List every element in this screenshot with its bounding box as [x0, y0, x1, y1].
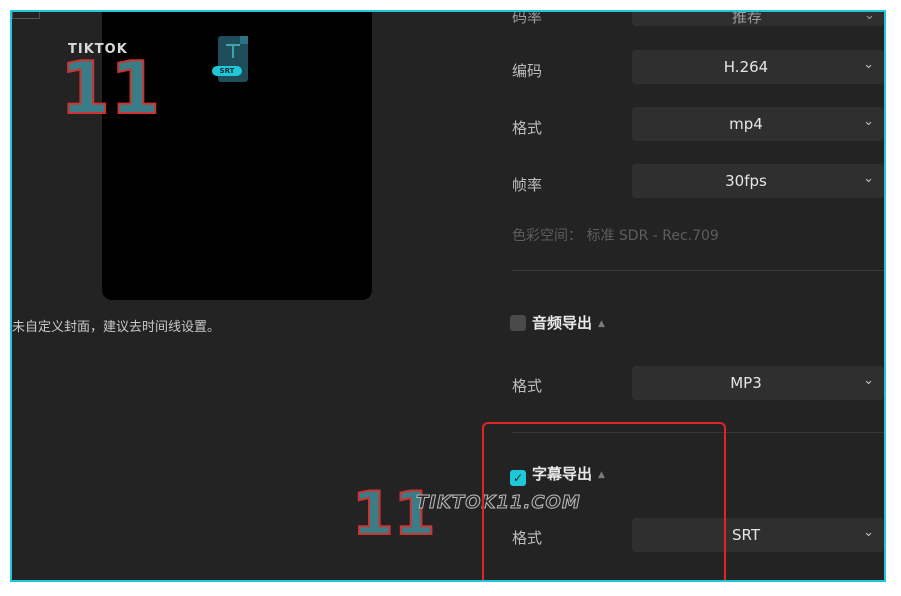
bitrate-label: 码率: [512, 10, 543, 26]
cover-hint-text: 未自定义封面，建议去时间线设置。: [12, 320, 221, 335]
format-select[interactable]: mp4 ⌄: [632, 107, 884, 141]
framerate-label: 帧率: [512, 176, 543, 194]
color-space-info: 色彩空间： 标准 SDR - Rec.709: [512, 228, 719, 244]
caret-up-icon[interactable]: ▲: [598, 319, 605, 329]
format-label: 格式: [512, 119, 543, 137]
chevron-down-icon: ⌄: [863, 57, 874, 72]
format-value: mp4: [729, 115, 763, 133]
file-type-badge: SRT: [212, 66, 242, 76]
audio-export-title: 音频导出: [532, 314, 593, 332]
audio-format-select[interactable]: MP3 ⌄: [632, 366, 884, 400]
codec-label: 编码: [512, 62, 543, 80]
subtitle-file-icon: SRT: [212, 36, 248, 82]
chevron-down-icon: ⌄: [864, 10, 875, 23]
divider: [512, 270, 884, 271]
audio-format-label: 格式: [512, 377, 543, 395]
export-dialog: SRT 未自定义封面，建议去时间线设置。 TIKTOK 11 11 TIKTOK…: [10, 10, 886, 582]
framerate-value: 30fps: [725, 172, 767, 190]
audio-format-value: MP3: [730, 374, 762, 392]
bitrate-value: 推荐: [732, 10, 763, 26]
audio-export-header[interactable]: 音频导出 ▲: [510, 312, 605, 333]
annotation-highlight-box: [482, 422, 726, 580]
watermark-number-top: 11: [59, 46, 161, 130]
window-corner: [12, 12, 40, 19]
chevron-down-icon: ⌄: [863, 114, 874, 129]
chevron-down-icon: ⌄: [863, 373, 874, 388]
audio-export-checkbox[interactable]: [510, 315, 526, 331]
framerate-select[interactable]: 30fps ⌄: [632, 164, 884, 198]
chevron-down-icon: ⌄: [863, 525, 874, 540]
chevron-down-icon: ⌄: [863, 171, 874, 186]
codec-select[interactable]: H.264 ⌄: [632, 50, 884, 84]
codec-value: H.264: [723, 58, 769, 76]
